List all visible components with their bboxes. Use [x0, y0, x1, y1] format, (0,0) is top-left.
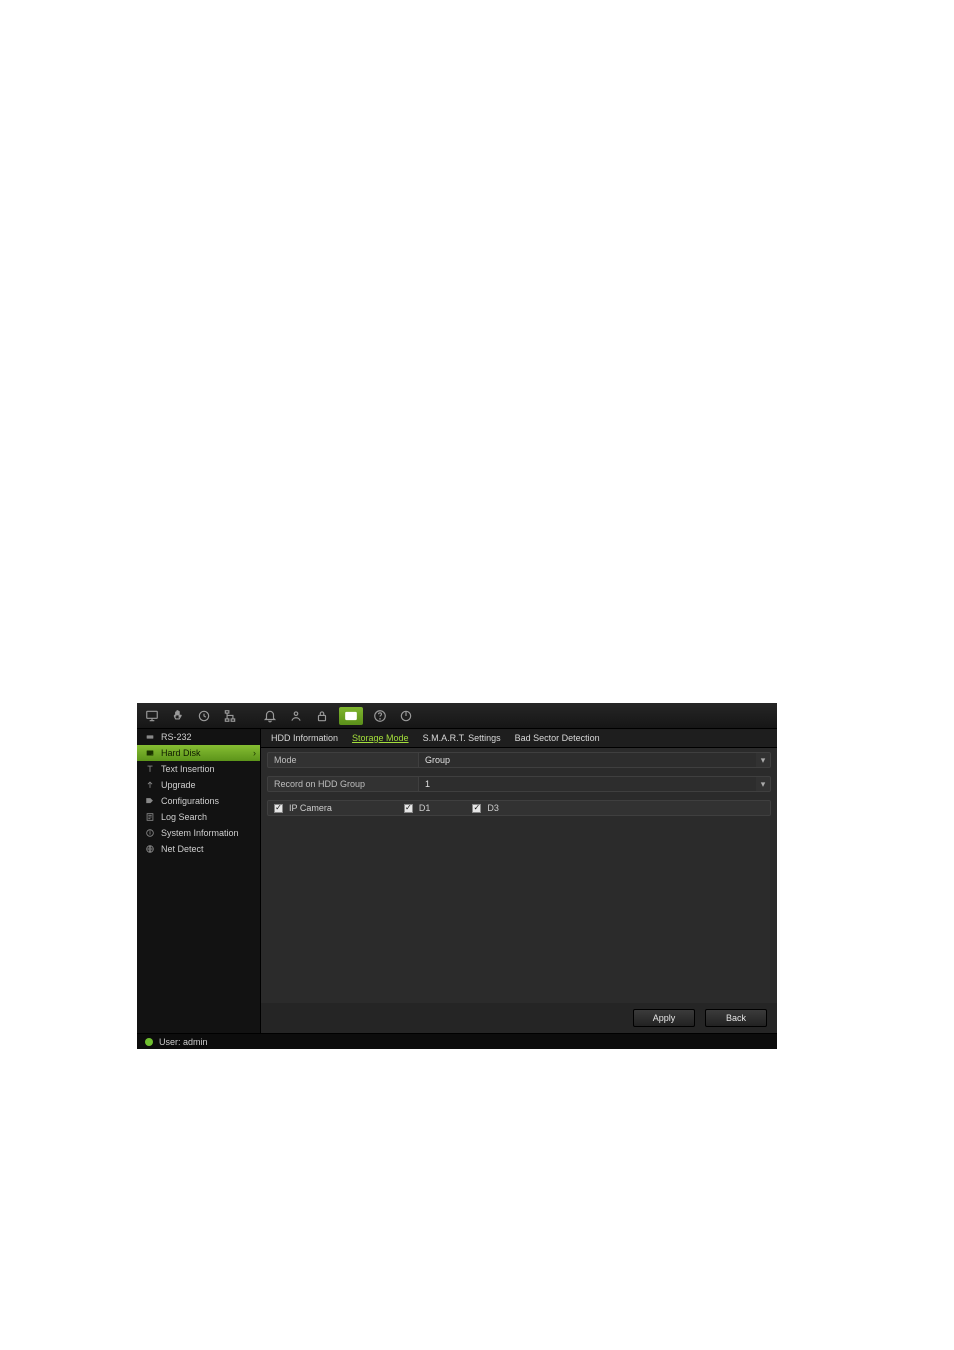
hand-icon[interactable] [169, 707, 187, 725]
sidebar-item-label: Upgrade [161, 780, 196, 790]
mode-label: Mode [268, 755, 418, 765]
label-d1: D1 [419, 803, 431, 813]
maintenance-icon[interactable] [339, 707, 363, 725]
mode-select[interactable]: Mode Group ▾ [267, 752, 771, 768]
ip-camera-label: IP Camera [289, 803, 332, 813]
chevron-down-icon: ▾ [756, 779, 770, 790]
sidebar-item-label: RS-232 [161, 732, 192, 742]
record-group-value: 1 [418, 777, 756, 791]
sidebar-item-label: Configurations [161, 796, 219, 806]
body: RS-232 Hard Disk › Text Insertion Upgrad… [137, 729, 777, 1033]
sidebar-item-label: Net Detect [161, 844, 204, 854]
help-icon[interactable] [371, 707, 389, 725]
sidebar-item-configurations[interactable]: Configurations [137, 793, 260, 809]
status-bar: User: admin [137, 1033, 777, 1049]
record-group-label: Record on HDD Group [268, 779, 418, 789]
up-arrow-icon [145, 780, 155, 790]
tag-icon [145, 796, 155, 806]
app-window: RS-232 Hard Disk › Text Insertion Upgrad… [137, 703, 777, 1049]
status-dot-icon [145, 1038, 153, 1046]
sidebar-item-logsearch[interactable]: Log Search [137, 809, 260, 825]
sidebar-item-systeminfo[interactable]: System Information [137, 825, 260, 841]
text-icon [145, 764, 155, 774]
sidebar-item-upgrade[interactable]: Upgrade [137, 777, 260, 793]
tab-storage-mode[interactable]: Storage Mode [352, 733, 409, 745]
bell-icon[interactable] [261, 707, 279, 725]
log-icon [145, 812, 155, 822]
chevron-right-icon: › [253, 748, 256, 758]
checkbox-d3[interactable] [472, 804, 481, 813]
sidebar-item-label: Text Insertion [161, 764, 215, 774]
sidebar-item-label: System Information [161, 828, 239, 838]
label-d3: D3 [487, 803, 499, 813]
tabs: HDD Information Storage Mode S.M.A.R.T. … [261, 729, 777, 748]
back-button[interactable]: Back [705, 1009, 767, 1027]
network-icon[interactable] [221, 707, 239, 725]
apply-button[interactable]: Apply [633, 1009, 695, 1027]
sidebar-item-label: Hard Disk [161, 748, 201, 758]
sidebar: RS-232 Hard Disk › Text Insertion Upgrad… [137, 729, 261, 1033]
sidebar-item-label: Log Search [161, 812, 207, 822]
ip-camera-row: IP Camera D1 D3 [267, 800, 771, 816]
top-toolbar [137, 703, 777, 729]
chevron-down-icon: ▾ [756, 755, 770, 766]
tab-smart-settings[interactable]: S.M.A.R.T. Settings [423, 733, 501, 745]
content-area [261, 820, 777, 1003]
checkbox-d1[interactable] [404, 804, 413, 813]
sidebar-item-rs232[interactable]: RS-232 [137, 729, 260, 745]
status-user: User: admin [159, 1037, 208, 1047]
net-icon [145, 844, 155, 854]
port-icon [145, 732, 155, 742]
lock-icon[interactable] [313, 707, 331, 725]
sidebar-item-textinsertion[interactable]: Text Insertion [137, 761, 260, 777]
mode-value: Group [418, 753, 756, 767]
record-group-select[interactable]: Record on HDD Group 1 ▾ [267, 776, 771, 792]
disk-icon [145, 748, 155, 758]
clock-icon[interactable] [195, 707, 213, 725]
user-icon[interactable] [287, 707, 305, 725]
power-icon[interactable] [397, 707, 415, 725]
tab-hdd-information[interactable]: HDD Information [271, 733, 338, 745]
main-panel: HDD Information Storage Mode S.M.A.R.T. … [261, 729, 777, 1033]
footer-buttons: Apply Back [261, 1003, 777, 1033]
monitor-icon[interactable] [143, 707, 161, 725]
ip-camera-master-checkbox[interactable] [274, 804, 283, 813]
sidebar-item-netdetect[interactable]: Net Detect [137, 841, 260, 857]
info-icon [145, 828, 155, 838]
sidebar-item-harddisk[interactable]: Hard Disk › [137, 745, 260, 761]
tab-bad-sector-detection[interactable]: Bad Sector Detection [515, 733, 600, 745]
